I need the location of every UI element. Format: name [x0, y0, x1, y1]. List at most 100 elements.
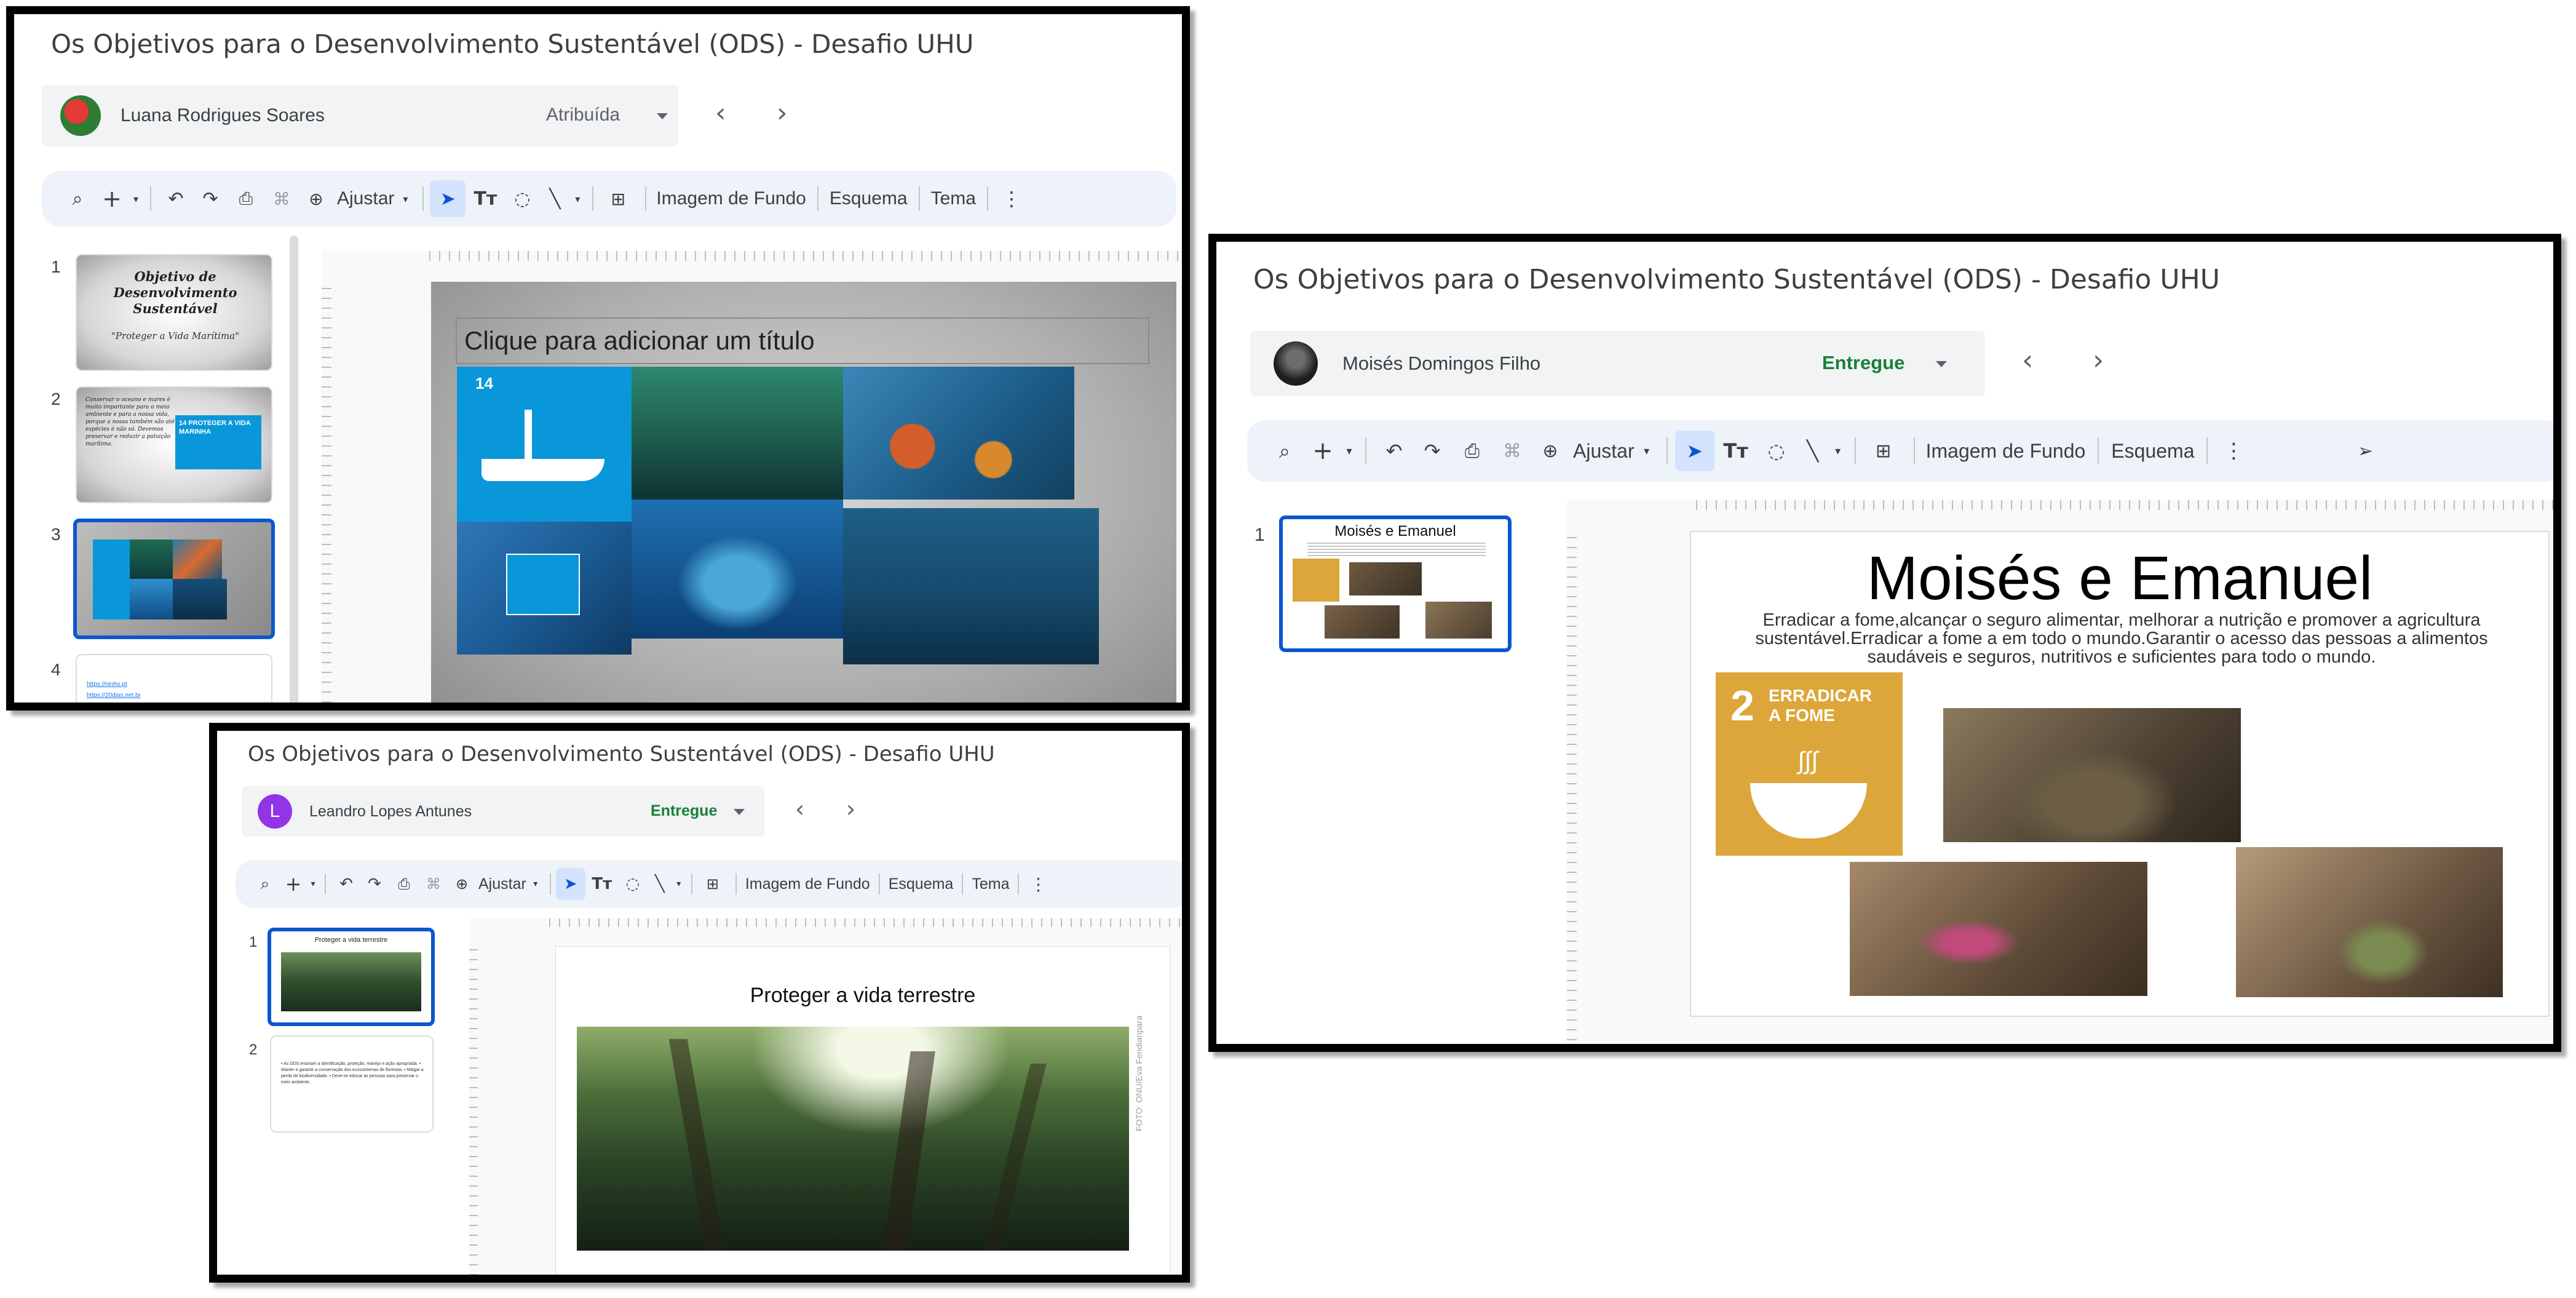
- chevron-down-icon[interactable]: ▾: [1342, 431, 1357, 471]
- chevron-down-icon[interactable]: ▾: [673, 868, 685, 900]
- chevron-down-icon[interactable]: [1936, 361, 1947, 367]
- cursor-icon[interactable]: ➤: [1674, 431, 1714, 471]
- sdg14-badge: 14 PROTEGER A VIDA MARINHA: [175, 415, 261, 469]
- toolbar: ⌕ + ▾ ↶ ↷ ⎙ ⌘ ⊕ Ajustar ▾ ➤ Tт ◌ ╲ ▾ ⊞ I…: [1247, 420, 2553, 482]
- student-selector[interactable]: Luana Rodrigues Soares Atribuída: [42, 85, 678, 146]
- paint-format-icon[interactable]: ⌘: [264, 180, 299, 217]
- shapes-icon[interactable]: ◌: [505, 180, 539, 217]
- chevron-down-icon[interactable]: [657, 113, 668, 119]
- layout-button[interactable]: Esquema: [889, 875, 954, 893]
- theme-button[interactable]: Tema: [931, 188, 976, 209]
- chevron-down-icon[interactable]: ▾: [1635, 431, 1659, 471]
- cursor-icon[interactable]: ➢: [2352, 431, 2379, 471]
- main-slide[interactable]: Moisés e Emanuel Erradicar a fome,alcanç…: [1690, 531, 2550, 1017]
- chevron-down-icon[interactable]: ▾: [129, 180, 143, 217]
- slide-thumbnail-2[interactable]: • As ODS ensinam a identificação, proteç…: [270, 1035, 434, 1133]
- chevron-left-icon[interactable]: ‹: [795, 795, 804, 822]
- redo-icon[interactable]: ↷: [193, 180, 228, 217]
- plus-icon[interactable]: +: [1304, 431, 1342, 471]
- filmstrip-scrollbar[interactable]: [290, 236, 298, 703]
- main-slide[interactable]: Clique para adicionar um título 14: [431, 282, 1176, 703]
- undo-icon[interactable]: ↶: [332, 868, 360, 900]
- undo-icon[interactable]: ↶: [1375, 431, 1413, 471]
- layout-button[interactable]: Esquema: [2111, 440, 2194, 463]
- line-icon[interactable]: ╲: [1796, 431, 1830, 471]
- search-icon[interactable]: ⌕: [1266, 431, 1304, 471]
- shapes-icon[interactable]: ◌: [1758, 431, 1796, 471]
- slide-canvas: Proteger a vida terrestre FOTO: ONU/Eva …: [469, 918, 1182, 1275]
- background-button[interactable]: Imagem de Fundo: [656, 188, 806, 209]
- panel-leandro: Os Objetivos para o Desenvolvimento Sust…: [209, 723, 1190, 1283]
- plus-icon[interactable]: +: [95, 180, 129, 217]
- thumb-text: Conservar o oceano e mares é muito impor…: [85, 397, 175, 447]
- slide-thumbnail-1[interactable]: Moisés e Emanuel: [1279, 516, 1512, 652]
- chevron-down-icon[interactable]: [734, 809, 745, 815]
- avatar: L: [258, 794, 292, 829]
- slide-thumbnail-1[interactable]: Proteger a vida terrestre: [268, 928, 435, 1026]
- text-box-icon[interactable]: Tт: [466, 180, 505, 217]
- chevron-down-icon[interactable]: ▾: [1830, 431, 1846, 471]
- shapes-icon[interactable]: ◌: [619, 868, 647, 900]
- layout-button[interactable]: Esquema: [830, 188, 908, 209]
- redo-icon[interactable]: ↷: [360, 868, 389, 900]
- slide-number: 4: [51, 660, 61, 679]
- zoom-dropdown[interactable]: Ajustar: [478, 875, 526, 893]
- cursor-icon[interactable]: ➤: [555, 868, 585, 900]
- chevron-down-icon[interactable]: ▾: [394, 180, 416, 217]
- line-icon[interactable]: ╲: [647, 868, 673, 900]
- print-icon[interactable]: ⎙: [228, 180, 264, 217]
- text-box-icon[interactable]: Tт: [1714, 431, 1758, 471]
- student-selector[interactable]: Moisés Domingos Filho Entregue: [1250, 331, 1985, 396]
- slide-thumbnail-3[interactable]: [73, 519, 275, 639]
- redo-icon[interactable]: ↷: [1413, 431, 1451, 471]
- status-badge: Atribuída: [546, 105, 620, 125]
- slide-thumbnail-4[interactable]: https://ninho.pt https://20dias.net.br h…: [76, 654, 272, 703]
- paint-format-icon[interactable]: ⌘: [419, 868, 448, 900]
- slide-thumbnail-2[interactable]: Conservar o oceano e mares é muito impor…: [76, 386, 272, 503]
- print-icon[interactable]: ⎙: [389, 868, 419, 900]
- student-name: Leandro Lopes Antunes: [309, 802, 472, 820]
- horizontal-ruler: [549, 918, 1182, 927]
- zoom-icon[interactable]: ⊕: [448, 868, 476, 900]
- background-button[interactable]: Imagem de Fundo: [745, 875, 870, 893]
- slide-thumbnail-1[interactable]: Objetivo de Desenvolvimento Sustentável …: [76, 254, 272, 371]
- more-icon[interactable]: ⋮: [999, 180, 1024, 217]
- comment-add-icon[interactable]: ⊞: [1865, 431, 1903, 471]
- chevron-down-icon[interactable]: ▾: [570, 180, 585, 217]
- document-title: Os Objetivos para o Desenvolvimento Sust…: [1253, 264, 2220, 295]
- chevron-down-icon[interactable]: ▾: [307, 868, 319, 900]
- slide-title: Proteger a vida terrestre: [750, 984, 976, 1007]
- student-selector[interactable]: L Leandro Lopes Antunes Entregue: [242, 786, 764, 837]
- paint-format-icon[interactable]: ⌘: [1493, 431, 1531, 471]
- cursor-icon[interactable]: ➤: [430, 180, 466, 217]
- zoom-dropdown[interactable]: Ajustar: [1573, 440, 1635, 463]
- plus-icon[interactable]: +: [279, 868, 307, 900]
- comment-add-icon[interactable]: ⊞: [699, 868, 727, 900]
- children-eating-photo-1: [1943, 708, 2241, 842]
- search-icon[interactable]: ⌕: [251, 868, 279, 900]
- chevron-down-icon[interactable]: ▾: [526, 868, 545, 900]
- main-slide[interactable]: Proteger a vida terrestre FOTO: ONU/Eva …: [555, 946, 1170, 1275]
- background-button[interactable]: Imagem de Fundo: [1926, 440, 2086, 463]
- theme-button[interactable]: Tema: [972, 875, 1009, 893]
- print-icon[interactable]: ⎙: [1451, 431, 1493, 471]
- chevron-left-icon[interactable]: ‹: [2022, 343, 2033, 376]
- zoom-icon[interactable]: ⊕: [1531, 431, 1569, 471]
- line-icon[interactable]: ╲: [539, 180, 570, 217]
- chevron-right-icon[interactable]: ›: [777, 97, 788, 129]
- search-icon[interactable]: ⌕: [60, 180, 95, 217]
- sdg2-badge: 2 ERRADICAR A FOME ∫∫∫: [1716, 672, 1903, 856]
- more-icon[interactable]: ⋮: [2220, 431, 2247, 471]
- fish-reef-photo: [457, 522, 632, 655]
- more-icon[interactable]: ⋮: [1028, 868, 1048, 900]
- undo-icon[interactable]: ↶: [159, 180, 193, 217]
- chevron-right-icon[interactable]: ›: [2093, 343, 2104, 376]
- comment-add-icon[interactable]: ⊞: [601, 180, 635, 217]
- zoom-icon[interactable]: ⊕: [299, 180, 333, 217]
- title-placeholder[interactable]: Clique para adicionar um título: [456, 317, 1149, 364]
- zoom-dropdown[interactable]: Ajustar: [337, 188, 394, 209]
- slide-number: 1: [51, 257, 61, 276]
- chevron-right-icon[interactable]: ›: [846, 795, 855, 822]
- chevron-left-icon[interactable]: ‹: [715, 97, 726, 129]
- text-box-icon[interactable]: Tт: [585, 868, 619, 900]
